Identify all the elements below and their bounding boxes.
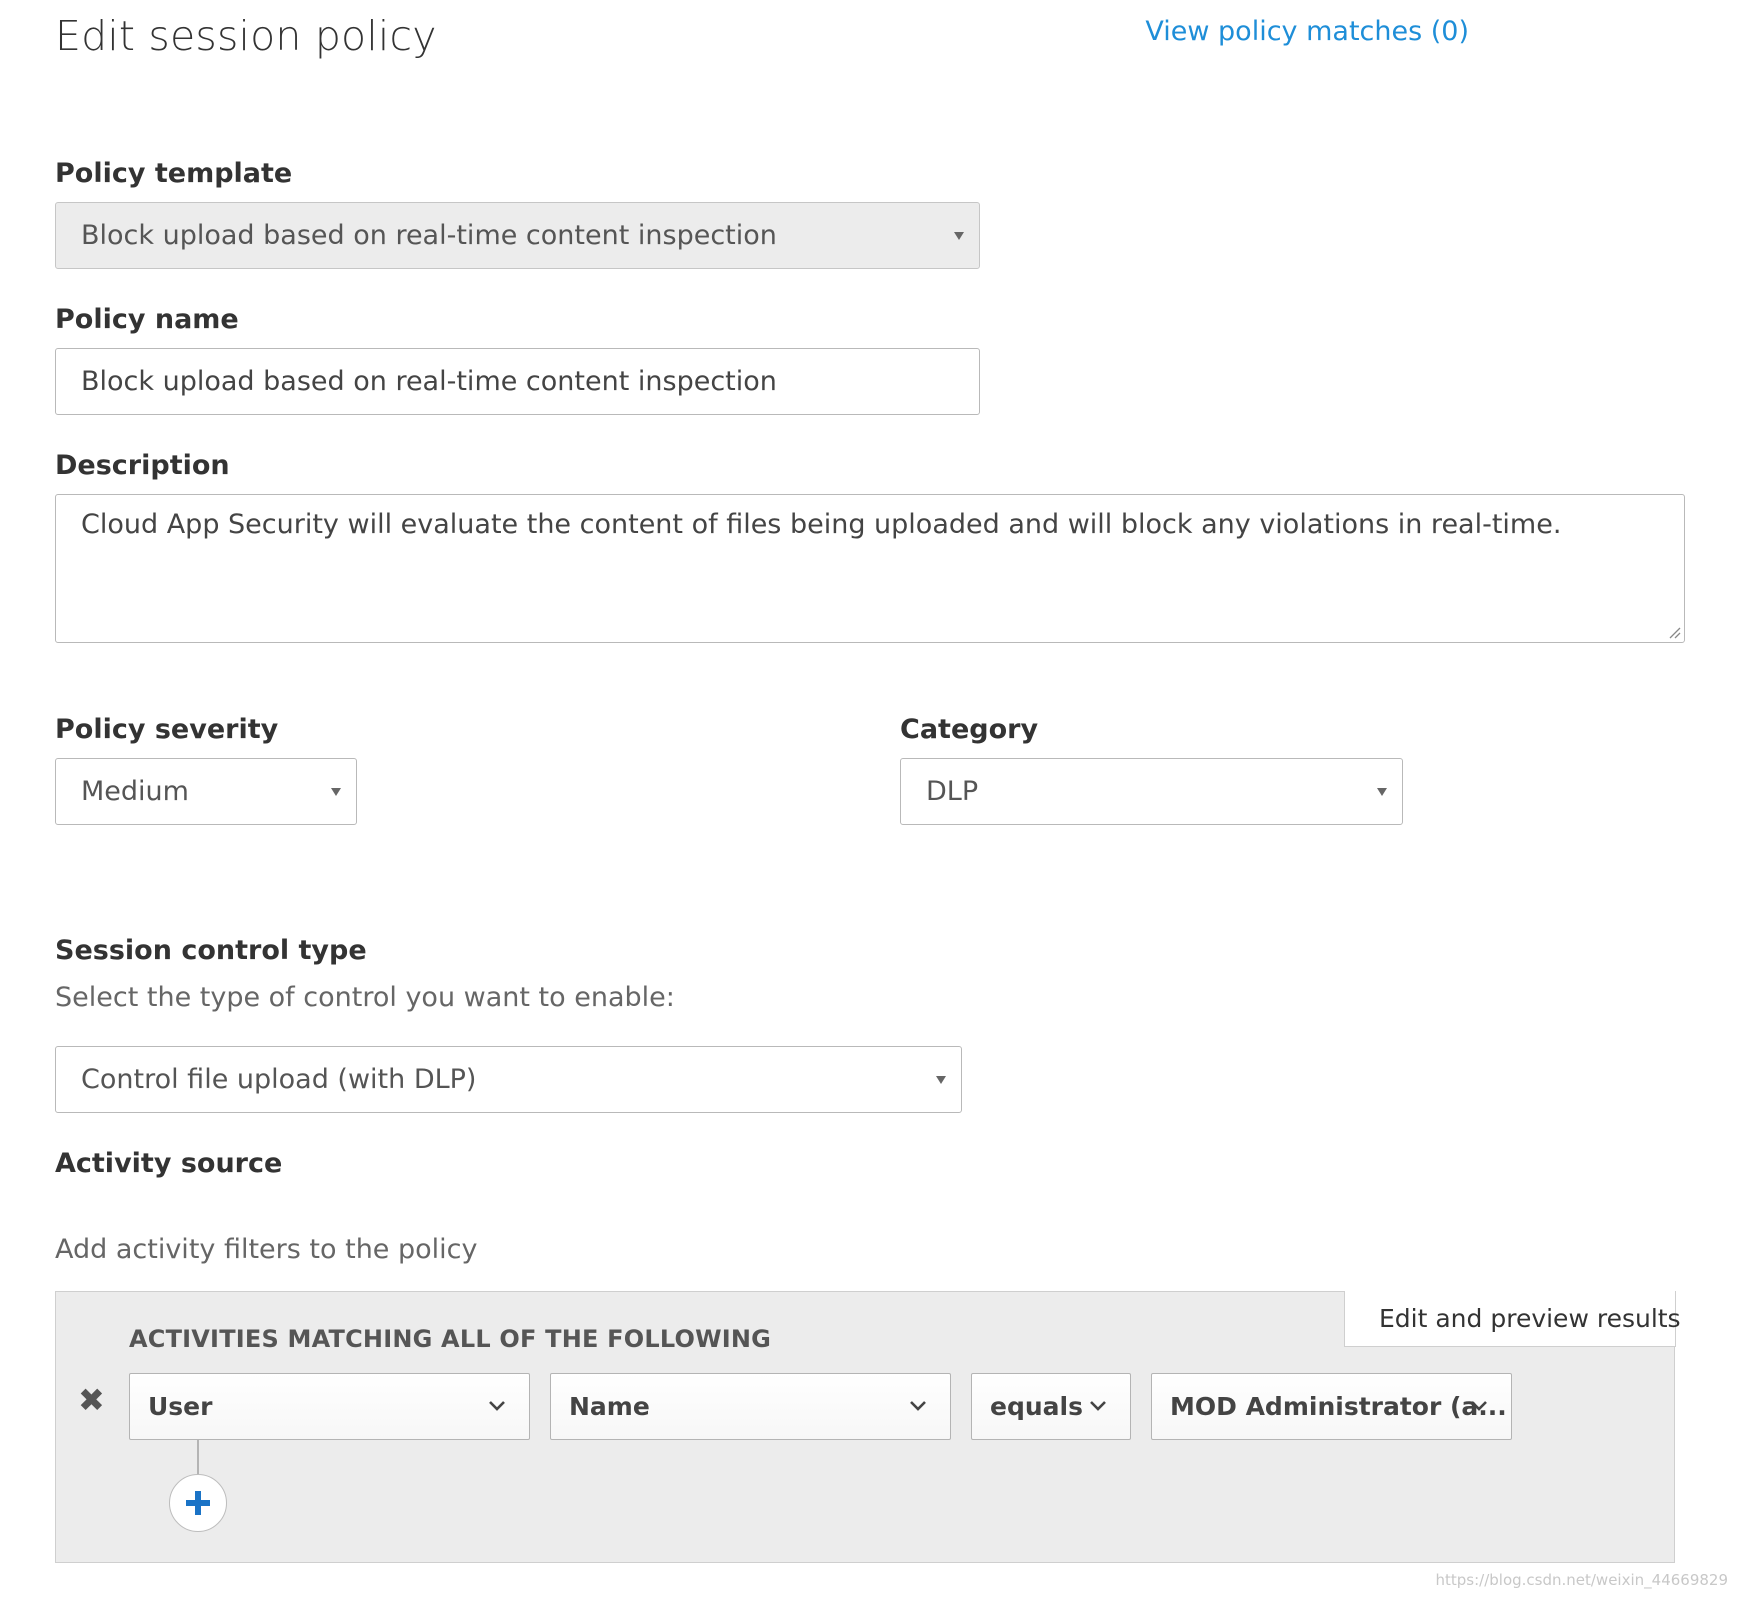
session-control-select[interactable]: Control file upload (with DLP): [55, 1046, 962, 1113]
activity-source-label: Activity source: [55, 1148, 283, 1179]
chevron-down-icon: [1090, 1401, 1106, 1411]
remove-filter-icon[interactable]: ✖: [78, 1384, 105, 1416]
view-policy-matches-link[interactable]: View policy matches (0): [1145, 16, 1469, 47]
filter-attribute-value: Name: [569, 1392, 650, 1421]
filter-operator-value: equals: [990, 1392, 1083, 1421]
category-select[interactable]: DLP: [900, 758, 1403, 825]
description-value: Cloud App Security will evaluate the con…: [81, 509, 1562, 540]
category-label: Category: [900, 714, 1039, 745]
policy-template-value: Block upload based on real-time content …: [81, 220, 777, 251]
caret-down-icon: [1377, 788, 1387, 796]
session-control-value: Control file upload (with DLP): [81, 1064, 477, 1095]
plus-icon: [186, 1491, 210, 1515]
description-textarea[interactable]: Cloud App Security will evaluate the con…: [55, 494, 1685, 643]
policy-name-value: Block upload based on real-time content …: [81, 366, 777, 397]
policy-severity-select[interactable]: Medium: [55, 758, 357, 825]
policy-severity-value: Medium: [81, 776, 189, 807]
resize-grip-icon[interactable]: [1667, 625, 1681, 639]
chevron-down-icon: [910, 1401, 926, 1411]
edit-preview-label: Edit and preview results: [1379, 1304, 1681, 1333]
session-control-helper: Select the type of control you want to e…: [55, 982, 675, 1013]
session-control-label: Session control type: [55, 935, 367, 966]
caret-down-icon: [936, 1076, 946, 1084]
policy-name-input[interactable]: Block upload based on real-time content …: [55, 348, 980, 415]
category-value: DLP: [926, 776, 979, 807]
filter-field-select[interactable]: User: [129, 1373, 530, 1440]
caret-down-icon: [331, 788, 341, 796]
description-label: Description: [55, 450, 230, 481]
policy-severity-label: Policy severity: [55, 714, 279, 745]
filter-value-text: MOD Administrator (a...: [1170, 1392, 1507, 1421]
activities-matching-heading: ACTIVITIES MATCHING ALL OF THE FOLLOWING: [129, 1325, 772, 1353]
activity-source-helper: Add activity filters to the policy: [55, 1234, 478, 1265]
caret-down-icon: [954, 232, 964, 240]
add-filter-button[interactable]: [169, 1474, 227, 1532]
policy-template-label: Policy template: [55, 158, 293, 189]
filter-operator-select[interactable]: equals: [971, 1373, 1131, 1440]
chevron-down-icon: [489, 1401, 505, 1411]
policy-template-select[interactable]: Block upload based on real-time content …: [55, 202, 980, 269]
filter-connector-line: [197, 1440, 199, 1475]
filter-field-value: User: [148, 1392, 213, 1421]
edit-preview-results-button[interactable]: Edit and preview results: [1344, 1291, 1681, 1347]
filter-value-select[interactable]: MOD Administrator (a...: [1151, 1373, 1512, 1440]
watermark: https://blog.csdn.net/weixin_44669829: [1435, 1571, 1728, 1589]
page-title: Edit session policy: [55, 12, 437, 60]
chevron-down-icon: [1471, 1401, 1487, 1411]
policy-name-label: Policy name: [55, 304, 239, 335]
filter-attribute-select[interactable]: Name: [550, 1373, 951, 1440]
